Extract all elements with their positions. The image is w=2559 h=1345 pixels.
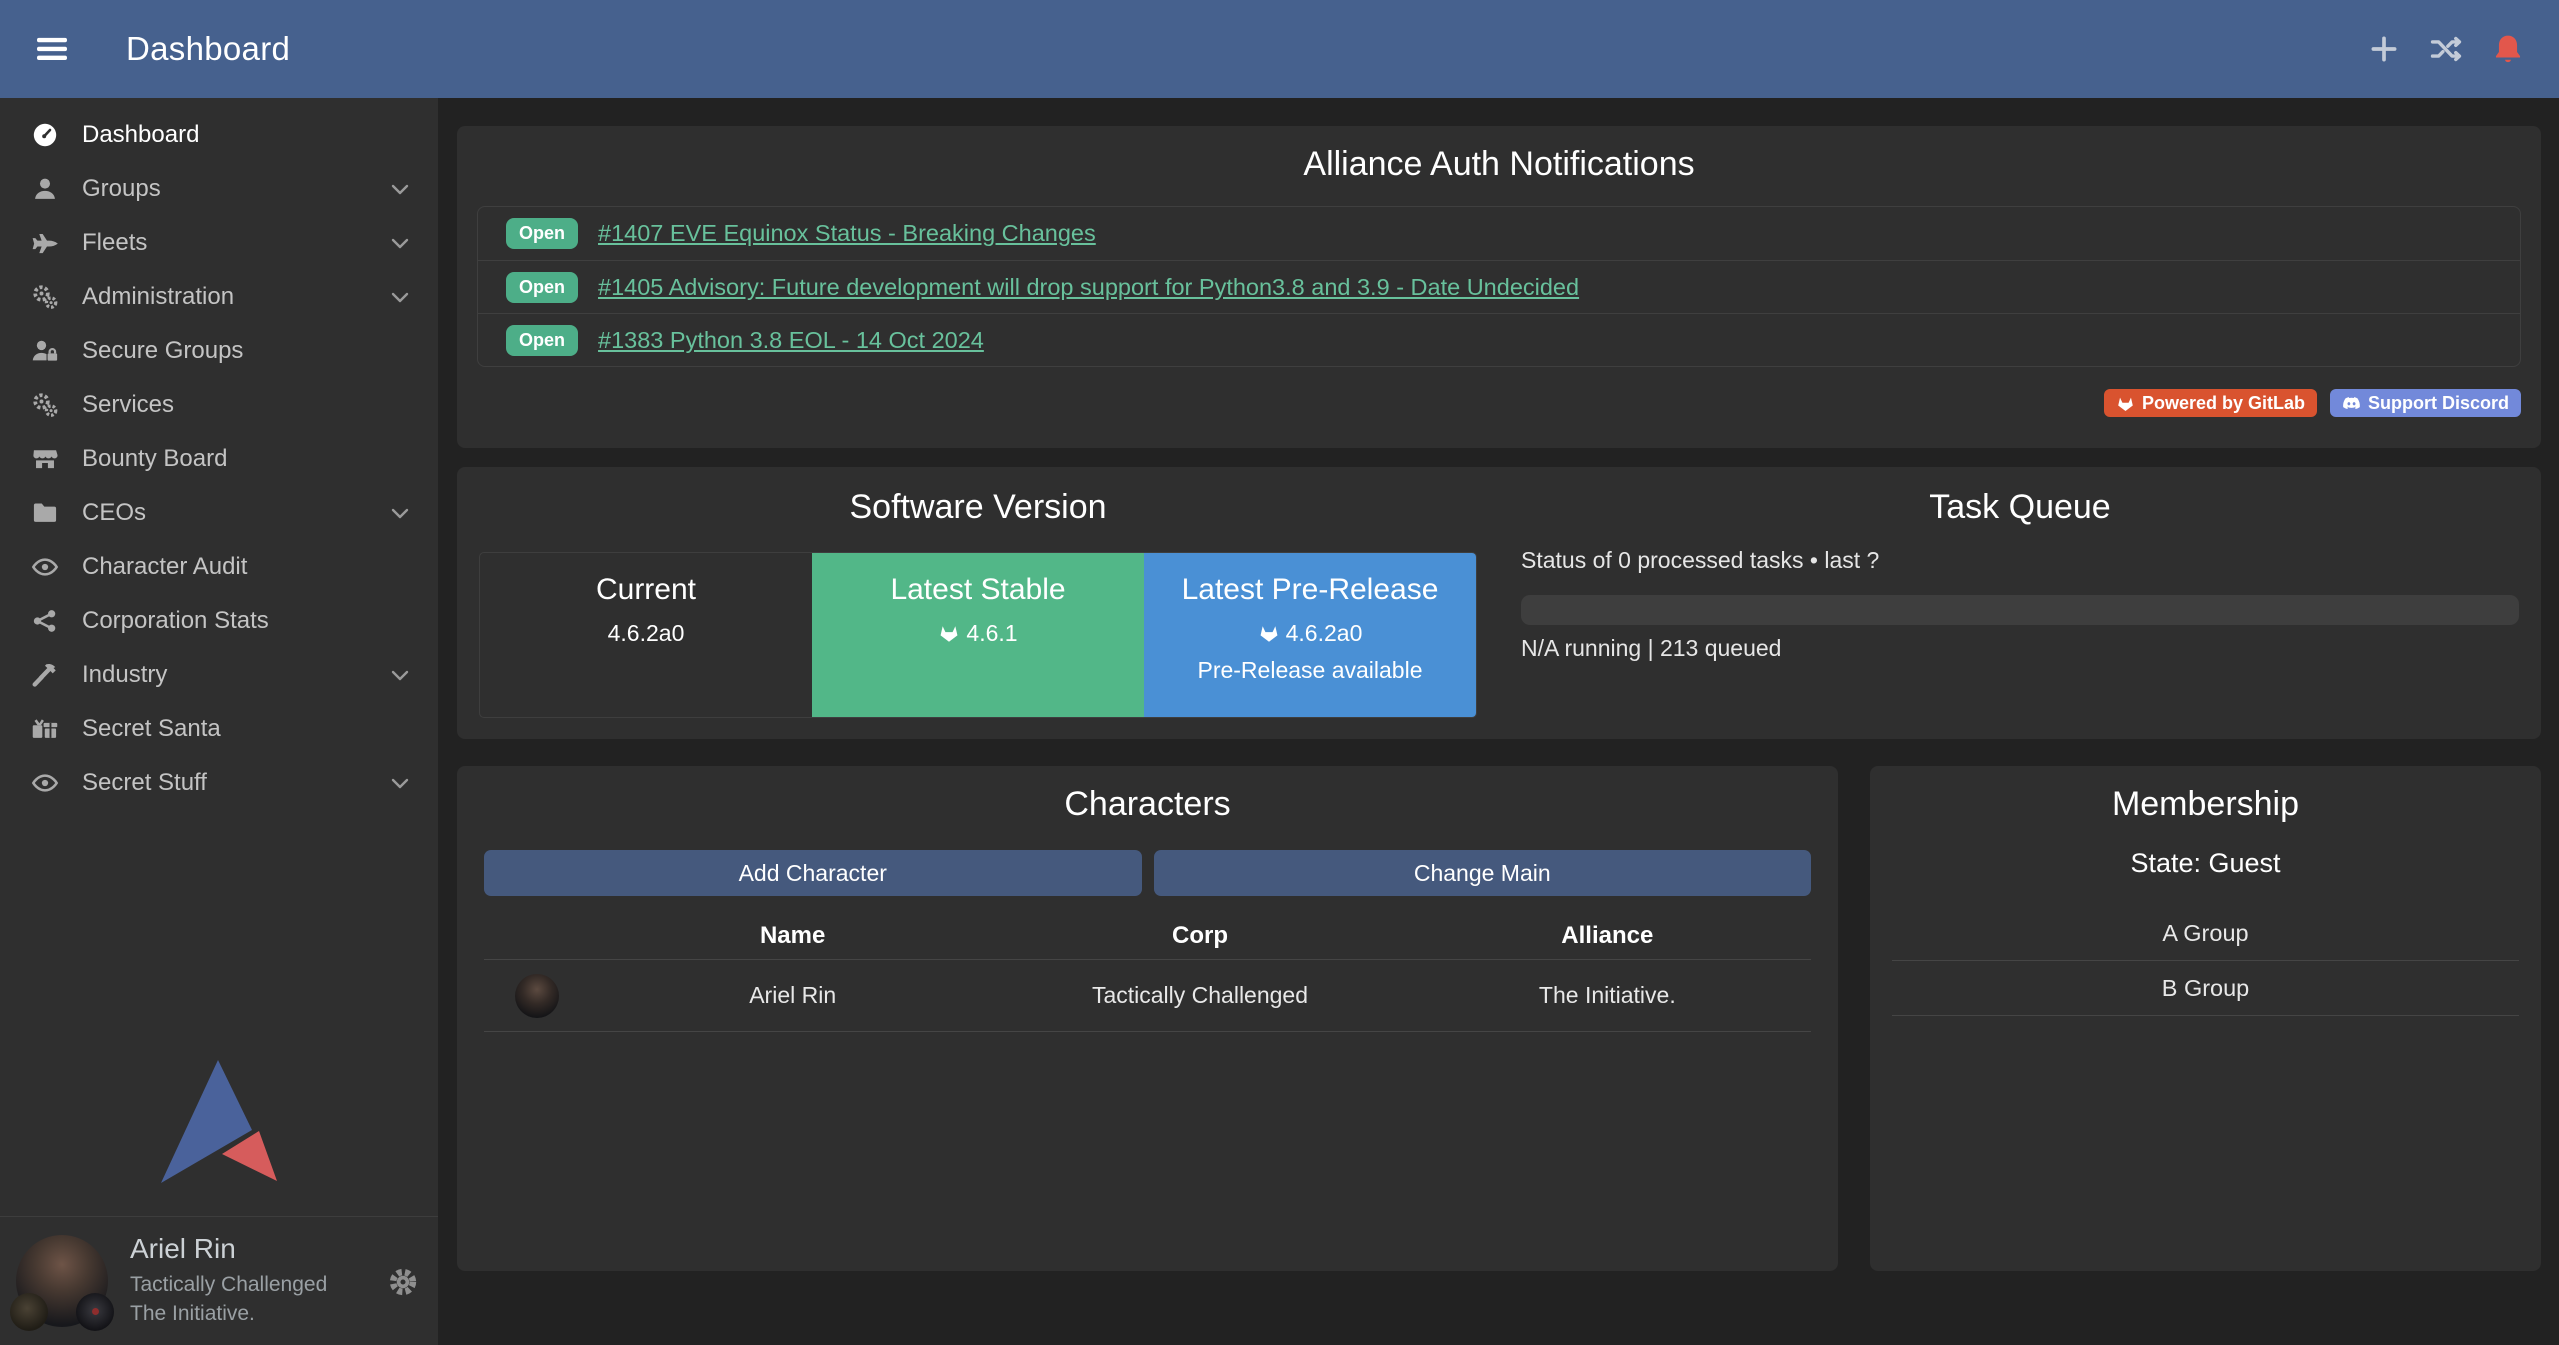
share-nodes-icon <box>26 606 64 636</box>
col-header-name: Name <box>589 922 996 950</box>
corp-logo <box>10 1293 48 1331</box>
notifications-list: Open #1407 EVE Equinox Status - Breaking… <box>477 206 2521 367</box>
membership-title: Membership <box>1892 784 2519 824</box>
folder-icon <box>26 498 64 528</box>
user-lock-icon <box>26 336 64 366</box>
gears-icon <box>26 390 64 420</box>
settings-gear-icon[interactable] <box>386 1265 420 1299</box>
page-title: Dashboard <box>126 30 290 68</box>
software-version-title: Software Version <box>479 487 1477 527</box>
software-version-section: Software Version Current 4.6.2a0 Latest … <box>457 467 1499 739</box>
gauge-icon <box>26 120 64 150</box>
sidebar-item-administration[interactable]: Administration <box>0 270 438 324</box>
notification-item: Open #1407 EVE Equinox Status - Breaking… <box>478 207 2520 260</box>
notification-link[interactable]: #1407 EVE Equinox Status - Breaking Chan… <box>598 220 1096 247</box>
task-queue-status: Status of 0 processed tasks • last ? <box>1521 545 2519 575</box>
notifications-panel: Alliance Auth Notifications Open #1407 E… <box>457 126 2541 448</box>
version-box-current: Current 4.6.2a0 <box>480 553 812 717</box>
chevron-down-icon <box>388 177 412 201</box>
user-corp: Tactically Challenged <box>130 1270 327 1299</box>
gitlab-badge[interactable]: Powered by GitLab <box>2104 389 2317 417</box>
sidebar-item-bounty-board[interactable]: Bounty Board <box>0 432 438 486</box>
gitlab-tanuki-icon <box>1258 622 1280 644</box>
version-box-latest-prerelease: Latest Pre-Release 4.6.2a0 Pre-Release a… <box>1144 553 1476 717</box>
cell-character-alliance: The Initiative. <box>1404 982 1811 1009</box>
gitlab-tanuki-icon <box>2116 394 2135 413</box>
characters-title: Characters <box>484 784 1811 824</box>
top-navbar: Dashboard <box>0 0 2559 98</box>
gears-icon <box>26 282 64 312</box>
membership-group-list: A Group B Group <box>1892 906 2519 1016</box>
group-list-item: B Group <box>1892 961 2519 1016</box>
col-header-alliance: Alliance <box>1404 922 1811 950</box>
col-header-corp: Corp <box>996 922 1403 950</box>
alliance-auth-logo <box>158 1058 280 1186</box>
notifications-bell-icon[interactable] <box>2491 32 2525 66</box>
notification-item: Open #1383 Python 3.8 EOL - 14 Oct 2024 <box>478 313 2520 366</box>
discord-icon <box>2342 394 2361 413</box>
add-character-icon[interactable] <box>2367 32 2401 66</box>
table-row: Ariel Rin Tactically Challenged The Init… <box>484 960 1811 1032</box>
sidebar-item-character-audit[interactable]: Character Audit <box>0 540 438 594</box>
fighter-jet-icon <box>26 228 64 258</box>
sidebar: Dashboard Groups Fleets Administra <box>0 98 438 1345</box>
sidebar-item-services[interactable]: Services <box>0 378 438 432</box>
sidebar-item-secure-groups[interactable]: Secure Groups <box>0 324 438 378</box>
user-alliance: The Initiative. <box>130 1299 327 1328</box>
add-character-button[interactable]: Add Character <box>484 850 1142 896</box>
user-icon <box>26 174 64 204</box>
sidebar-item-secret-santa[interactable]: Secret Santa <box>0 702 438 756</box>
gifts-icon <box>26 714 64 744</box>
eye-icon <box>26 768 64 798</box>
character-avatar <box>515 974 559 1018</box>
group-list-item: A Group <box>1892 906 2519 961</box>
chevron-down-icon <box>388 663 412 687</box>
status-badge: Open <box>506 325 578 356</box>
task-queue-title: Task Queue <box>1521 487 2519 527</box>
notifications-title: Alliance Auth Notifications <box>477 144 2521 184</box>
hamburger-menu-icon[interactable] <box>34 31 70 67</box>
sidebar-item-industry[interactable]: Industry <box>0 648 438 702</box>
chevron-down-icon <box>388 231 412 255</box>
chevron-down-icon <box>388 771 412 795</box>
status-badge: Open <box>506 272 578 303</box>
characters-panel: Characters Add Character Change Main Nam… <box>457 766 1838 1271</box>
cell-character-name: Ariel Rin <box>589 982 996 1009</box>
software-taskqueue-panel: Software Version Current 4.6.2a0 Latest … <box>457 467 2541 739</box>
task-queue-progressbar <box>1521 595 2519 625</box>
shuffle-icon[interactable] <box>2429 32 2463 66</box>
sidebar-item-secret-stuff[interactable]: Secret Stuff <box>0 756 438 810</box>
task-queue-summary: N/A running | 213 queued <box>1521 635 2519 662</box>
store-icon <box>26 444 64 474</box>
cell-character-corp: Tactically Challenged <box>996 982 1403 1009</box>
alliance-logo <box>76 1293 114 1331</box>
chevron-down-icon <box>388 501 412 525</box>
membership-panel: Membership State: Guest A Group B Group <box>1870 766 2541 1271</box>
task-queue-section: Task Queue Status of 0 processed tasks •… <box>1499 467 2541 739</box>
sidebar-item-fleets[interactable]: Fleets <box>0 216 438 270</box>
chevron-down-icon <box>388 285 412 309</box>
sidebar-item-ceos[interactable]: CEOs <box>0 486 438 540</box>
sidebar-item-corporation-stats[interactable]: Corporation Stats <box>0 594 438 648</box>
characters-table: Name Corp Alliance Ariel Rin Tactically … <box>484 912 1811 1032</box>
main-content: Alliance Auth Notifications Open #1407 E… <box>438 98 2559 1345</box>
membership-state: State: Guest <box>1892 846 2519 880</box>
version-box-latest-stable: Latest Stable 4.6.1 <box>812 553 1144 717</box>
notification-link[interactable]: #1383 Python 3.8 EOL - 14 Oct 2024 <box>598 327 984 354</box>
eye-icon <box>26 552 64 582</box>
sidebar-item-dashboard[interactable]: Dashboard <box>0 108 438 162</box>
notification-link[interactable]: #1405 Advisory: Future development will … <box>598 274 1579 301</box>
user-avatar <box>16 1235 108 1327</box>
gitlab-tanuki-icon <box>938 622 960 644</box>
status-badge: Open <box>506 218 578 249</box>
hammer-icon <box>26 660 64 690</box>
user-name: Ariel Rin <box>130 1233 327 1265</box>
change-main-button[interactable]: Change Main <box>1154 850 1812 896</box>
sidebar-item-groups[interactable]: Groups <box>0 162 438 216</box>
sidebar-user-panel: Ariel Rin Tactically Challenged The Init… <box>0 1216 438 1345</box>
discord-badge[interactable]: Support Discord <box>2330 389 2521 417</box>
notification-item: Open #1405 Advisory: Future development … <box>478 260 2520 313</box>
